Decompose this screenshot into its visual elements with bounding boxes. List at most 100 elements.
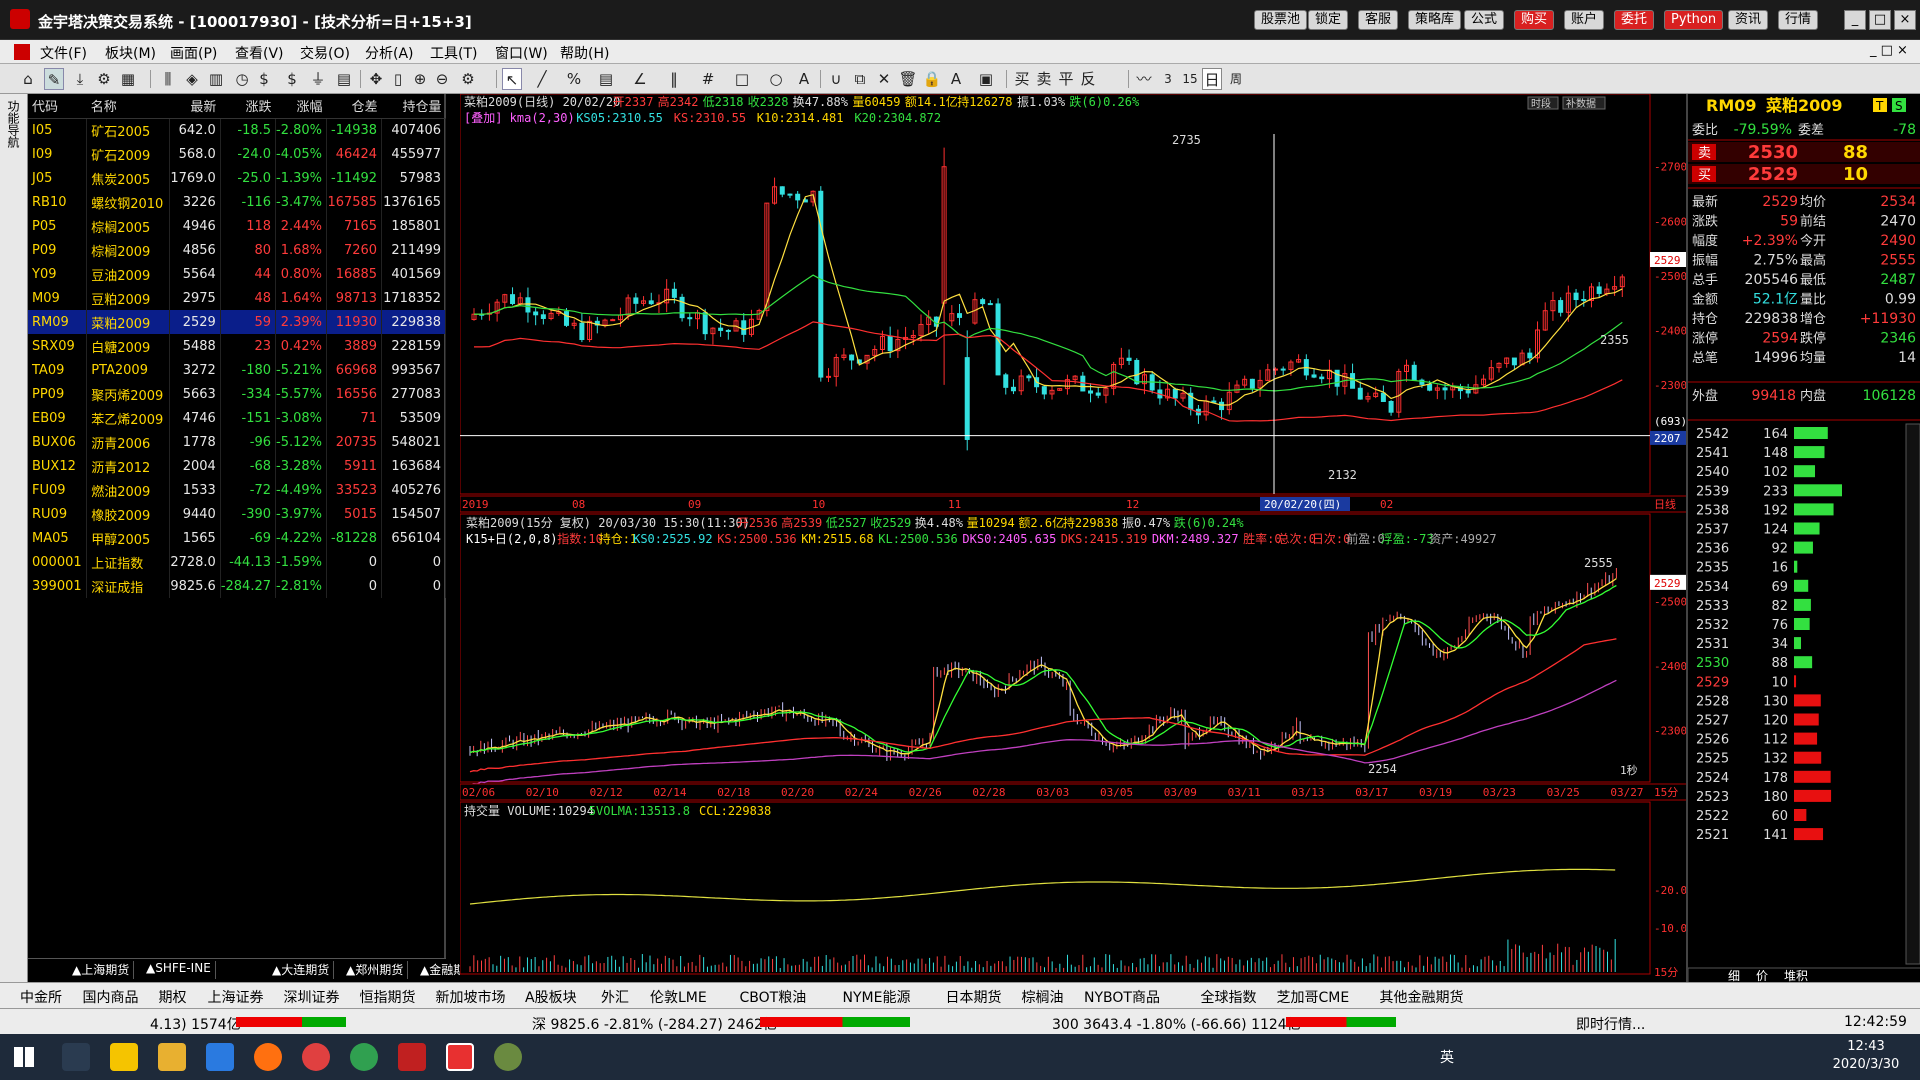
table-row[interactable]: P09 棕榈2009 4856 80 1.68% 7260 211499: [28, 238, 446, 262]
hash-icon[interactable]: #: [698, 68, 718, 90]
buy-icon[interactable]: 买: [1012, 68, 1032, 90]
download-icon[interactable]: ⤓: [70, 68, 90, 90]
title-button-8[interactable]: Python: [1664, 10, 1724, 30]
menu-item-3[interactable]: 查看(V): [235, 43, 284, 63]
period-3[interactable]: 3: [1158, 68, 1178, 90]
vlines-icon[interactable]: ‖: [664, 68, 684, 90]
menu-item-8[interactable]: 帮助(H): [560, 43, 609, 63]
clock-icon[interactable]: ◷: [232, 68, 252, 90]
menu-item-1[interactable]: 板块(M): [105, 43, 156, 63]
dollar-alt-icon[interactable]: $: [282, 68, 302, 90]
angle-icon[interactable]: ∠: [630, 68, 650, 90]
title-button-3[interactable]: 策略库: [1408, 10, 1462, 30]
market-tab-1[interactable]: 国内商品: [83, 987, 139, 1007]
sheet-tab-0[interactable]: ▲上海期货: [68, 961, 135, 979]
app-globe-icon[interactable]: [494, 1043, 522, 1071]
market-tab-4[interactable]: 深圳证券: [284, 987, 340, 1007]
player-app-icon[interactable]: [110, 1043, 138, 1071]
title-button-5[interactable]: 购买: [1514, 10, 1555, 30]
table-row[interactable]: 399001 深证成指 9825.6 -284.27 -2.81% 0 0: [28, 574, 446, 598]
market-tab-3[interactable]: 上海证券: [208, 987, 264, 1007]
flat-icon[interactable]: 平: [1056, 68, 1076, 90]
table-row[interactable]: I05 矿石2005 642.0 -18.5 -2.80% -14938 407406: [28, 118, 446, 142]
clock-time[interactable]: 12:43: [1826, 1039, 1906, 1054]
lock-icon[interactable]: 🔒: [922, 68, 942, 90]
market-tab-14[interactable]: NYBOT商品: [1084, 987, 1160, 1007]
market-tab-10[interactable]: CBOT粮油: [740, 987, 807, 1007]
firefox-icon[interactable]: [254, 1043, 282, 1071]
percent-icon[interactable]: %: [564, 68, 584, 90]
ladder-scrollbar[interactable]: [1905, 423, 1920, 965]
table-row[interactable]: P05 棕榈2005 4946 118 2.44% 7165 185801: [28, 214, 446, 238]
market-tab-8[interactable]: 外汇: [601, 987, 629, 1007]
market-tab-12[interactable]: 日本期货: [946, 987, 1002, 1007]
gear-icon[interactable]: ⚙: [458, 68, 478, 90]
market-tab-13[interactable]: 棕榈油: [1022, 987, 1064, 1007]
windows-start-icon[interactable]: [14, 1047, 34, 1067]
trading-app-active-icon[interactable]: [446, 1043, 474, 1071]
close-icon[interactable]: ×: [1894, 10, 1916, 30]
menu-item-6[interactable]: 工具(T): [430, 43, 477, 63]
menu-item-7[interactable]: 窗口(W): [495, 43, 548, 63]
ime-indicator[interactable]: 英: [1440, 1047, 1454, 1067]
menu-item-4[interactable]: 交易(O): [300, 43, 350, 63]
market-tab-16[interactable]: 芝加哥CME: [1277, 987, 1350, 1007]
channel-icon[interactable]: ▤: [596, 68, 616, 90]
grid-icon[interactable]: ▦: [118, 68, 138, 90]
col-header-1[interactable]: 名称: [86, 94, 170, 119]
task-view-icon[interactable]: [62, 1043, 90, 1071]
period-15[interactable]: 15: [1180, 68, 1200, 90]
market-tab-17[interactable]: 其他金融期货: [1380, 987, 1464, 1007]
menu-item-5[interactable]: 分析(A): [365, 43, 414, 63]
sheet-tab-2[interactable]: ▲大连期货: [268, 961, 335, 979]
trend-icon[interactable]: 〰: [1134, 68, 1154, 90]
market-tab-15[interactable]: 全球指数: [1201, 987, 1257, 1007]
line-icon[interactable]: ╱: [532, 68, 552, 90]
home-icon[interactable]: ⌂: [18, 68, 38, 90]
realtime-quote-link[interactable]: 即时行情...: [1576, 1014, 1645, 1034]
table-row[interactable]: FU09 燃油2009 1533 -72 -4.49% 33523 405276: [28, 478, 446, 502]
market-tab-11[interactable]: NYME能源: [843, 987, 911, 1007]
detail-tab-0[interactable]: 细: [1728, 969, 1740, 983]
detail-tab-2[interactable]: 堆积: [1784, 969, 1808, 983]
clock-date[interactable]: 2020/3/30: [1826, 1057, 1906, 1072]
title-button-10[interactable]: 行情: [1778, 10, 1819, 30]
col-header-6[interactable]: 持仓量: [381, 94, 446, 119]
table-row[interactable]: RM09 菜粕2009 2529 59 2.39% 11930 229838: [28, 310, 446, 334]
title-button-9[interactable]: 资讯: [1728, 10, 1769, 30]
charts-svg[interactable]: 菜粕2009(日线) 20/02/20开2337 高2342 低2318 收2328 换…: [459, 93, 1691, 984]
table-row[interactable]: BUX06 沥青2006 1778 -96 -5.12% 20735 548021: [28, 430, 446, 454]
menu-item-2[interactable]: 画面(P): [170, 43, 217, 63]
detail-tab-1[interactable]: 价: [1756, 969, 1768, 983]
trading-app-icon[interactable]: [398, 1043, 426, 1071]
table-row[interactable]: I09 矿石2009 568.0 -24.0 -4.05% 46424 455977: [28, 142, 446, 166]
table-row[interactable]: PP09 聚丙烯2009 5663 -334 -5.57% 16556 277083: [28, 382, 446, 406]
zoom-in-icon[interactable]: ⊕: [410, 68, 430, 90]
chrome-alt-icon[interactable]: [302, 1043, 330, 1071]
table-row[interactable]: SRX09 白糖2009 5488 23 0.42% 3889 228159: [28, 334, 446, 358]
market-tab-9[interactable]: 伦敦LME: [650, 987, 707, 1007]
table-row[interactable]: TA09 PTA2009 3272 -180 -5.21% 66968 993567: [28, 358, 446, 382]
table-row[interactable]: BUX12 沥青2012 2004 -68 -3.28% 5911 163684: [28, 454, 446, 478]
market-tab-0[interactable]: 中金所: [20, 987, 62, 1007]
trash-icon[interactable]: 🗑: [898, 68, 918, 90]
title-button-7[interactable]: 委托: [1614, 10, 1655, 30]
cursor-icon[interactable]: ↖: [502, 68, 522, 90]
reverse-icon[interactable]: 反: [1078, 68, 1098, 90]
market-tab-5[interactable]: 恒指期货: [360, 987, 416, 1007]
diamond-icon[interactable]: ◈: [182, 68, 202, 90]
move-icon[interactable]: ✥: [366, 68, 386, 90]
circle-icon[interactable]: ○: [766, 68, 786, 90]
title-button-2[interactable]: 客服: [1358, 10, 1399, 30]
title-button-6[interactable]: 账户: [1564, 10, 1605, 30]
col-header-3[interactable]: 涨跌: [220, 94, 276, 119]
app-menu-icon[interactable]: [14, 44, 30, 60]
menu-item-0[interactable]: 文件(F): [40, 43, 87, 63]
col-header-5[interactable]: 仓差: [326, 94, 382, 119]
market-tab-6[interactable]: 新加坡市场: [436, 987, 506, 1007]
col-header-4[interactable]: 涨幅: [275, 94, 327, 119]
table-row[interactable]: J05 焦炭2005 1769.0 -25.0 -1.39% -11492 57983: [28, 166, 446, 190]
title-button-1[interactable]: 锁定: [1308, 10, 1349, 30]
bars-icon[interactable]: ▯: [388, 68, 408, 90]
dollar-icon[interactable]: $: [254, 68, 274, 90]
